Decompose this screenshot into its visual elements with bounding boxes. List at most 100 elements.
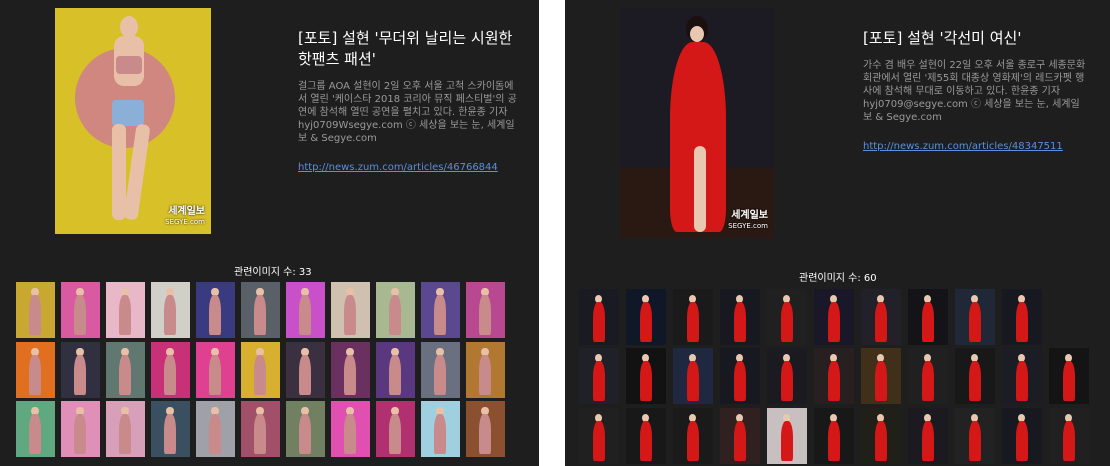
related-thumbnail[interactable] [767, 348, 807, 404]
related-thumbnail[interactable] [673, 289, 713, 345]
related-thumbnail[interactable] [16, 282, 55, 338]
related-thumbnail[interactable] [955, 408, 995, 464]
related-thumbnail[interactable] [286, 342, 325, 398]
related-thumbnail[interactable] [720, 408, 760, 464]
main-photo[interactable]: 세계일보 SEGYE.com [620, 8, 774, 238]
related-thumbnail[interactable] [376, 342, 415, 398]
thumbnail-figure [299, 406, 311, 454]
thumbnail-figure [592, 294, 605, 342]
related-thumbnail[interactable] [196, 282, 235, 338]
thumbnail-figure [639, 353, 652, 401]
related-thumbnail[interactable] [626, 408, 666, 464]
thumbnail-figure [479, 287, 491, 335]
related-thumbnail[interactable] [196, 342, 235, 398]
related-thumbnail[interactable] [861, 408, 901, 464]
related-thumbnail[interactable] [579, 348, 619, 404]
thumbnail-figure [921, 413, 934, 461]
thumbnail-figure [639, 294, 652, 342]
related-thumbnail[interactable] [421, 401, 460, 457]
related-thumbnail[interactable] [720, 348, 760, 404]
related-thumbnail[interactable] [151, 401, 190, 457]
related-thumbnail[interactable] [720, 289, 760, 345]
related-thumbnail[interactable] [908, 408, 948, 464]
related-thumbnail[interactable] [241, 342, 280, 398]
article-link[interactable]: http://news.zum.com/articles/46766844 [298, 162, 498, 173]
related-image-count: 관련이미지 수: 33 [234, 267, 312, 278]
performer-figure [100, 16, 156, 228]
thumbnail-figure [74, 287, 86, 335]
article-link[interactable]: http://news.zum.com/articles/48347511 [863, 141, 1063, 152]
related-thumbnail[interactable] [151, 282, 190, 338]
thumbnail-figure [780, 294, 793, 342]
related-thumbnail[interactable] [908, 348, 948, 404]
photo-credit: 세계일보 SEGYE.com [165, 206, 205, 226]
related-thumbnail[interactable] [421, 282, 460, 338]
related-thumbnail[interactable] [196, 401, 235, 457]
related-thumbnail[interactable] [421, 342, 460, 398]
related-thumbnail[interactable] [579, 408, 619, 464]
thumbnail-figure [686, 413, 699, 461]
thumbnail-figure [164, 406, 176, 454]
related-thumbnail[interactable] [16, 401, 55, 457]
thumbnail-figure [874, 353, 887, 401]
related-thumbnail[interactable] [16, 342, 55, 398]
related-thumbnail[interactable] [673, 348, 713, 404]
related-thumbnail[interactable] [955, 348, 995, 404]
related-thumbnail[interactable] [814, 289, 854, 345]
thumbnail-figure [434, 287, 446, 335]
related-thumbnail[interactable] [466, 282, 505, 338]
thumbnail-figure [1015, 413, 1028, 461]
related-thumbnail[interactable] [626, 289, 666, 345]
thumbnail-figure [733, 294, 746, 342]
related-thumbnail[interactable] [1049, 348, 1089, 404]
main-photo[interactable]: 세계일보 SEGYE.com [55, 8, 211, 234]
related-thumbnail[interactable] [61, 282, 100, 338]
thumbnail-figure [344, 406, 356, 454]
related-thumbnail[interactable] [61, 342, 100, 398]
related-thumbnail[interactable] [466, 342, 505, 398]
related-thumbnail[interactable] [767, 289, 807, 345]
related-thumbnail[interactable] [1002, 408, 1042, 464]
related-thumbnail[interactable] [814, 348, 854, 404]
thumbnail-figure [686, 353, 699, 401]
article-title: [포토] 설현 '각선미 여신' [863, 29, 1022, 47]
related-thumbnail[interactable] [1002, 348, 1042, 404]
related-thumbnail[interactable] [376, 282, 415, 338]
related-thumbnail[interactable] [61, 401, 100, 457]
related-thumbnail[interactable] [626, 348, 666, 404]
related-thumbnail[interactable] [376, 401, 415, 457]
related-thumbnail[interactable] [151, 342, 190, 398]
related-thumbnail[interactable] [955, 289, 995, 345]
article-description: 걸그룹 AOA 설현이 2일 오후 서울 고척 스카이돔에서 열린 '케이스타 … [298, 81, 517, 144]
related-thumbnail[interactable] [241, 282, 280, 338]
related-thumbnail[interactable] [286, 282, 325, 338]
thumbnail-figure [209, 347, 221, 395]
related-thumbnail[interactable] [1049, 408, 1089, 464]
related-thumbnail[interactable] [861, 289, 901, 345]
related-thumbnail[interactable] [331, 342, 370, 398]
thumbnail-figure [209, 406, 221, 454]
thumbnail-figure [344, 347, 356, 395]
thumbnail-figure [1062, 413, 1075, 461]
related-thumbnail[interactable] [673, 408, 713, 464]
thumbnail-figure [209, 287, 221, 335]
thumbnail-figure [434, 347, 446, 395]
related-thumbnail[interactable] [466, 401, 505, 457]
thumbnail-figure [733, 353, 746, 401]
related-thumbnail[interactable] [814, 408, 854, 464]
related-thumbnail[interactable] [767, 408, 807, 464]
related-thumbnail[interactable] [579, 289, 619, 345]
related-thumbnail[interactable] [106, 342, 145, 398]
related-thumbnail[interactable] [861, 348, 901, 404]
related-thumbnail[interactable] [908, 289, 948, 345]
related-thumbnail[interactable] [106, 282, 145, 338]
related-thumbnail[interactable] [241, 401, 280, 457]
related-thumbnail[interactable] [106, 401, 145, 457]
thumbnail-figure [29, 347, 41, 395]
right-panel: 세계일보 SEGYE.com [포토] 설현 '각선미 여신' 가수 겸 배우 … [565, 0, 1110, 466]
related-thumbnail[interactable] [331, 282, 370, 338]
thumbnail-figure [1015, 353, 1028, 401]
related-thumbnail[interactable] [286, 401, 325, 457]
related-thumbnail[interactable] [1002, 289, 1042, 345]
related-thumbnail[interactable] [331, 401, 370, 457]
